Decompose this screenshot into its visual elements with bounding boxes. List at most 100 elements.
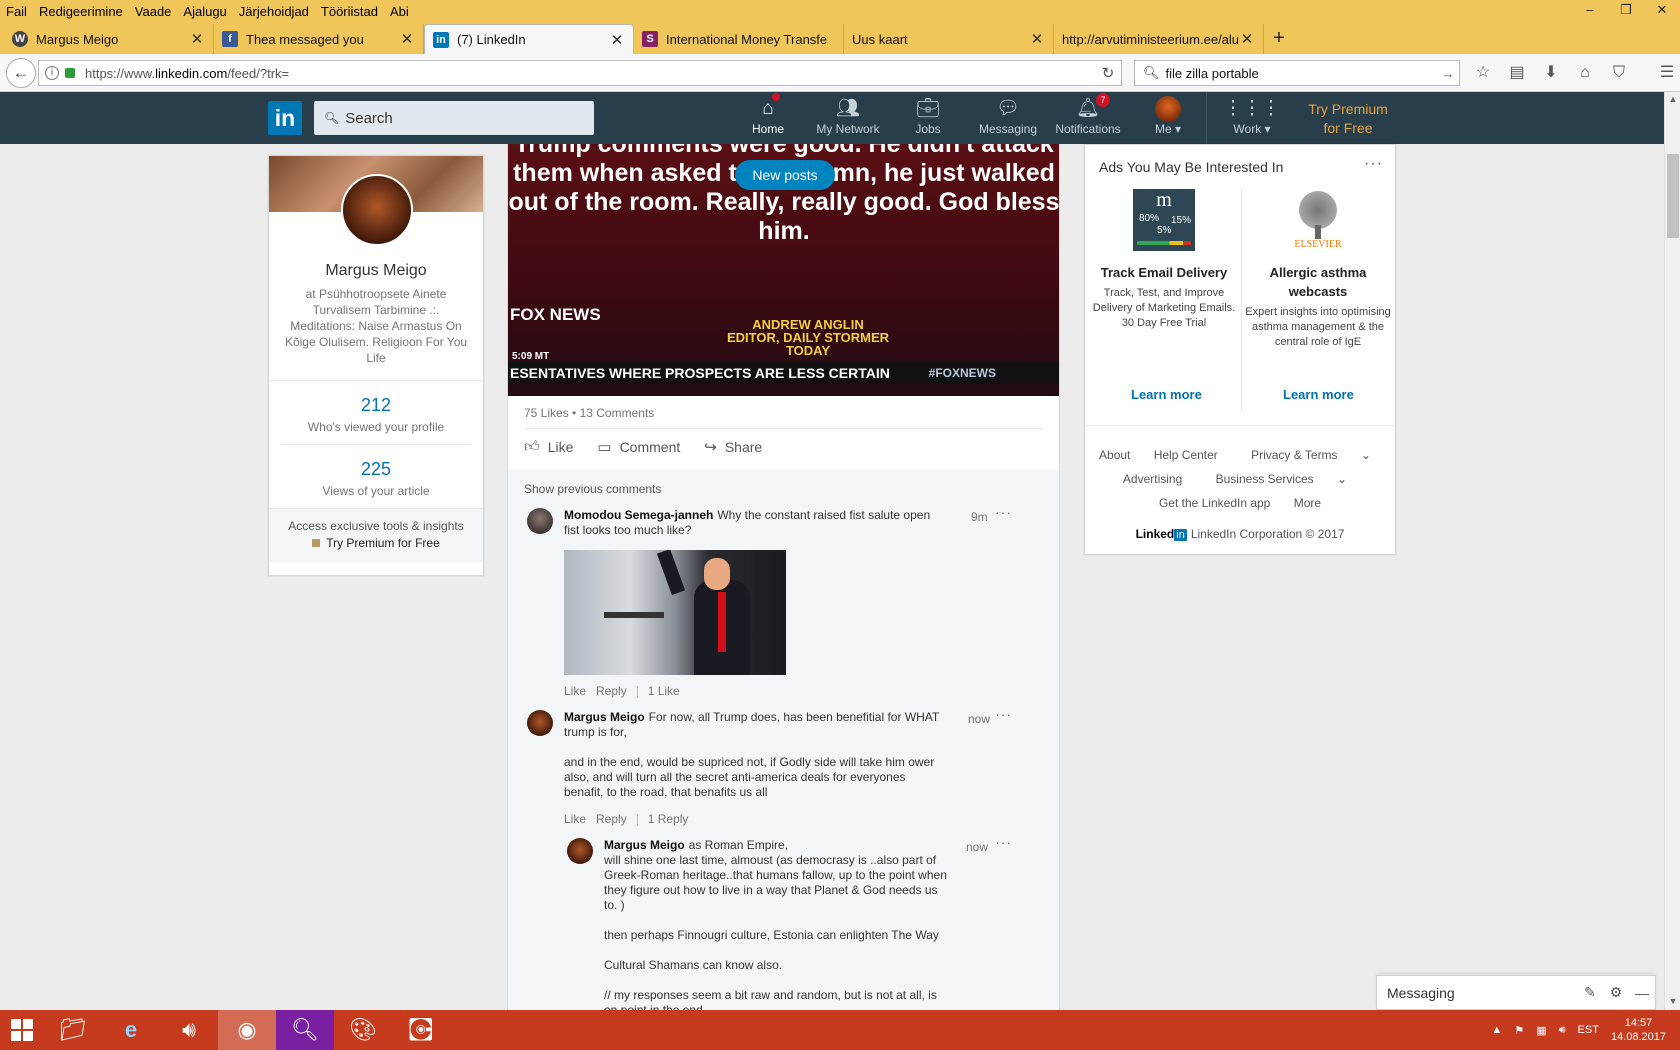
close-tab-icon[interactable]: ✕ — [1029, 30, 1045, 48]
bookmark-star-icon[interactable]: ☆ — [1466, 60, 1500, 86]
avatar[interactable] — [567, 838, 593, 864]
menu-fail[interactable]: Fail — [0, 4, 33, 19]
show-previous-comments-link[interactable]: Show previous comments — [524, 482, 661, 496]
menu-edit[interactable]: Redigeerimine — [33, 4, 129, 19]
ad-allergic-asthma[interactable]: ELSEVIER Allergic asthma webcasts Expert… — [1243, 189, 1393, 350]
comment-like-link[interactable]: Like — [564, 684, 586, 698]
try-premium-link[interactable]: Try Premium for Free — [1300, 100, 1396, 138]
close-window-icon[interactable]: ✕ — [1644, 0, 1680, 22]
new-tab-button[interactable]: + — [1264, 24, 1294, 54]
info-icon[interactable]: i — [45, 66, 59, 80]
more-link[interactable]: More — [1294, 496, 1321, 510]
nav-notifications[interactable]: 🔔︎ 7 Notifications — [1050, 93, 1126, 142]
flag-icon[interactable]: ⚑ — [1514, 1024, 1524, 1037]
nav-jobs[interactable]: 💼︎ Jobs — [906, 96, 950, 142]
tab-money-transfer[interactable]: S International Money Transfe — [634, 24, 844, 54]
internet-explorer-icon[interactable]: e — [102, 1010, 160, 1050]
advertising-link[interactable]: Advertising — [1123, 472, 1182, 486]
download-icon[interactable]: ⬇ — [1534, 60, 1568, 86]
more-options-icon[interactable]: ··· — [995, 834, 1012, 850]
premium-promo[interactable]: Access exclusive tools & insights Try Pr… — [269, 508, 483, 562]
comment-image[interactable] — [564, 550, 786, 675]
maximize-icon[interactable]: ❐ — [1608, 0, 1644, 22]
nav-work[interactable]: ⋮⋮⋮ Work ▾ — [1224, 96, 1281, 142]
post-video[interactable]: Trump comments were good. He didn't atta… — [508, 144, 1059, 396]
linkedin-search-input[interactable]: 🔍︎ Search — [314, 101, 594, 135]
comment-like-link[interactable]: Like — [564, 812, 586, 826]
linkedin-logo-icon[interactable]: in — [268, 101, 302, 135]
file-explorer-icon[interactable]: 📁︎ — [44, 1010, 102, 1050]
clock[interactable]: 14:57 14.08.2017 — [1611, 1016, 1666, 1044]
volume-icon[interactable]: 🔊︎ — [1559, 1024, 1566, 1037]
search-app-icon[interactable]: 🔍︎ — [276, 1010, 334, 1050]
reload-icon[interactable]: ↻ — [1095, 64, 1121, 82]
nav-my-network[interactable]: 👥︎ My Network — [812, 96, 884, 142]
nav-messaging[interactable]: 💬︎ Messaging — [972, 96, 1044, 142]
comment-button[interactable]: ▭ Comment — [597, 438, 680, 456]
menu-bookmarks[interactable]: Järjehoidjad — [233, 4, 315, 19]
windows-start-button[interactable] — [0, 1010, 44, 1050]
comment-reply-link[interactable]: Reply — [596, 812, 627, 826]
help-center-link[interactable]: Help Center — [1154, 448, 1218, 462]
like-button[interactable]: 👍︎ Like — [524, 438, 573, 456]
paint-icon[interactable]: 🎨︎ — [334, 1010, 392, 1050]
close-tab-icon[interactable]: ✕ — [189, 30, 205, 48]
profile-views-stat[interactable]: 212 Who's viewed your profile — [269, 381, 483, 444]
pocket-icon[interactable]: ⛉ — [1602, 60, 1636, 86]
tab-facebook[interactable]: f Thea messaged you ✕ — [214, 24, 424, 54]
about-link[interactable]: About — [1099, 448, 1130, 462]
get-app-link[interactable]: Get the LinkedIn app — [1159, 496, 1270, 510]
article-views-stat[interactable]: 225 Views of your article — [269, 445, 483, 508]
minimize-icon[interactable]: — — [1629, 985, 1655, 1001]
speaker-app-icon[interactable]: 🔊︎ — [160, 1010, 218, 1050]
comment-likes-count[interactable]: 1 Like — [648, 684, 680, 698]
minimize-icon[interactable]: – — [1572, 0, 1608, 22]
more-options-icon[interactable]: ··· — [995, 706, 1012, 722]
ad-email-delivery[interactable]: m 80% 15% 5% Track Email Delivery Track,… — [1089, 189, 1239, 331]
reading-list-icon[interactable]: ▤ — [1500, 60, 1534, 86]
network-icon[interactable]: ▦ — [1536, 1024, 1546, 1037]
scroll-up-icon[interactable]: ▲ — [1665, 94, 1680, 104]
learn-more-link[interactable]: Learn more — [1131, 387, 1202, 402]
go-arrow-icon[interactable]: → — [1437, 66, 1459, 81]
more-options-icon[interactable]: ··· — [995, 504, 1012, 520]
share-button[interactable]: ↪ Share — [704, 438, 762, 456]
tab-arvutiministeerium[interactable]: http://arvutiministeerium.ee/alu ✕ — [1054, 24, 1264, 54]
gear-icon[interactable]: ⚙ — [1603, 984, 1629, 1001]
avatar[interactable] — [527, 508, 553, 534]
new-posts-button[interactable]: New posts — [735, 160, 835, 190]
post-social-counts[interactable]: 75 Likes • 13 Comments — [524, 406, 654, 420]
learn-more-link[interactable]: Learn more — [1283, 387, 1354, 402]
page-scrollbar[interactable]: ▲ ▼ — [1664, 92, 1680, 1010]
close-tab-icon[interactable]: ✕ — [1239, 30, 1255, 48]
browser-search-field[interactable]: 🔍︎ file zilla portable → — [1134, 60, 1460, 86]
show-hidden-icons-icon[interactable]: ▲ — [1491, 1024, 1502, 1036]
language-indicator[interactable]: EST — [1578, 1024, 1599, 1036]
privacy-terms-link[interactable]: Privacy & Terms ⌄ — [1241, 448, 1381, 462]
nav-me[interactable]: Me ▾ — [1150, 96, 1186, 142]
business-services-link[interactable]: Business Services ⌄ — [1206, 472, 1357, 486]
menu-view[interactable]: Vaade — [129, 4, 178, 19]
messaging-overlay[interactable]: Messaging ✎ ⚙ — — [1376, 975, 1656, 1010]
profile-name[interactable]: Margus Meigo — [269, 262, 483, 280]
menu-history[interactable]: Ajalugu — [177, 4, 232, 19]
firefox-icon[interactable]: ◉ — [218, 1010, 276, 1050]
close-tab-icon[interactable]: ✕ — [609, 31, 625, 49]
close-tab-icon[interactable]: ✕ — [399, 30, 415, 48]
home-icon[interactable]: ⌂ — [1568, 60, 1602, 86]
menu-tools[interactable]: Tööriistad — [315, 4, 384, 19]
profile-avatar[interactable] — [341, 174, 413, 246]
scroll-down-icon[interactable]: ▼ — [1665, 996, 1680, 1006]
address-bar[interactable]: i https://www.linkedin.com/feed/?trk= ↻ — [38, 60, 1122, 86]
comment-reply-link[interactable]: Reply — [596, 684, 627, 698]
tab-margus-meigo[interactable]: W Margus Meigo ✕ — [4, 24, 214, 54]
tab-uus-kaart[interactable]: Uus kaart ✕ — [844, 24, 1054, 54]
menu-help[interactable]: Abi — [384, 4, 415, 19]
hamburger-menu-icon[interactable]: ☰ — [1650, 60, 1680, 86]
avatar[interactable] — [527, 710, 553, 736]
comment-replies-count[interactable]: 1 Reply — [648, 812, 689, 826]
more-options-icon[interactable]: ··· — [1364, 155, 1383, 173]
scrollbar-thumb[interactable] — [1667, 154, 1679, 238]
installer-icon[interactable]: 💽︎ — [392, 1010, 450, 1050]
back-button[interactable]: ← — [6, 58, 36, 88]
